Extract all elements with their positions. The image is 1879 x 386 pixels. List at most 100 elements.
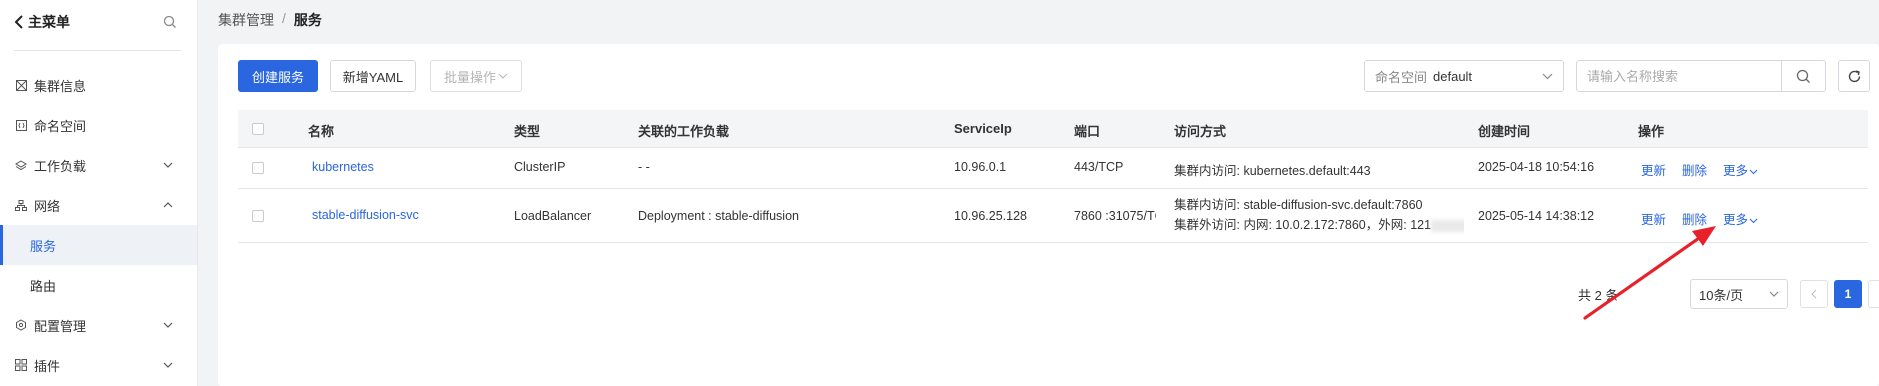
plugin-icon [14, 358, 28, 372]
sidebar-item-plugin[interactable]: 插件 [0, 345, 197, 385]
sidebar-menu: 集群信息 命名空间 工作负载 网络 服务 路由 配置管理 插件 [0, 65, 197, 385]
breadcrumb-parent[interactable]: 集群管理 [218, 10, 274, 30]
batch-ops-label: 批量操作 [443, 69, 496, 85]
back-to-main-menu[interactable]: 主菜单 [14, 12, 70, 32]
service-created: 2025-05-14 14:38:12 [1478, 209, 1595, 223]
add-yaml-button[interactable]: 新增YAML [330, 60, 416, 92]
sidebar-item-label: 集群信息 [34, 78, 87, 94]
service-name-link[interactable]: kubernetes [312, 160, 374, 174]
more-dropdown[interactable]: 更多 [1723, 160, 1758, 179]
pagination-total: 共 2 条 [1578, 287, 1619, 303]
more-label: 更多 [1723, 164, 1749, 178]
chevron-down-icon [1749, 169, 1758, 175]
search-icon[interactable] [163, 15, 177, 29]
prev-page-button[interactable] [1800, 280, 1828, 308]
page-button[interactable]: 1 [1834, 280, 1862, 308]
breadcrumb-separator: / [282, 10, 286, 26]
service-access: 集群内访问: stable-diffusion-svc.default:7860… [1174, 195, 1464, 235]
page-size-select[interactable]: 10条/页 [1690, 279, 1788, 309]
sidebar-item-cluster-info[interactable]: 集群信息 [0, 65, 197, 105]
update-link[interactable]: 更新 [1641, 160, 1666, 179]
breadcrumb-current: 服务 [293, 12, 322, 28]
sidebar-item-config[interactable]: 配置管理 [0, 305, 197, 345]
sidebar-item-label: 配置管理 [34, 318, 87, 334]
search-button[interactable] [1781, 61, 1825, 91]
table-header: 名称 类型 关联的工作负载 ServiceIp 端口 访问方式 创建时间 操作 [238, 110, 1868, 148]
select-all-checkbox[interactable] [252, 123, 264, 135]
service-port: 7860 :31075/TC [1074, 209, 1156, 223]
cluster-icon [14, 78, 28, 92]
sidebar-item-label: 工作负载 [34, 158, 87, 174]
delete-link[interactable]: 删除 [1682, 160, 1707, 179]
sidebar-item-route[interactable]: 路由 [0, 265, 197, 305]
table-row: kubernetes ClusterIP - - 10.96.0.1 443/T… [238, 148, 1868, 189]
sidebar-item-workload[interactable]: 工作负载 [0, 145, 197, 185]
service-port: 443/TCP [1074, 160, 1124, 174]
service-created: 2025-04-18 10:54:16 [1478, 160, 1595, 174]
access-external: 集群外访问: 内网: 10.0.2.172:7860，外网: 1217. [1174, 215, 1464, 235]
sidebar-item-label: 网络 [34, 198, 61, 214]
row-actions: 更新 删除 更多 [1641, 160, 1758, 179]
row-actions: 更新 删除 更多 [1641, 209, 1758, 228]
header-port: 端口 [1074, 124, 1101, 139]
search-box [1576, 60, 1826, 92]
config-icon [14, 318, 28, 332]
batch-ops-button[interactable]: 批量操作 [430, 60, 522, 92]
create-service-button[interactable]: 创建服务 [238, 60, 318, 92]
sidebar-item-service[interactable]: 服务 [0, 225, 197, 265]
access-internal: 集群内访问: stable-diffusion-svc.default:7860 [1174, 198, 1423, 212]
chevron-down-icon [1542, 73, 1553, 79]
sidebar-divider [14, 50, 181, 51]
sidebar-item-namespace[interactable]: 命名空间 [0, 105, 197, 145]
chevron-down-icon [163, 322, 173, 328]
sidebar-item-network[interactable]: 网络 [0, 185, 197, 225]
service-access: 集群内访问: kubernetes.default:443 [1174, 164, 1371, 178]
redacted-region [1431, 219, 1464, 232]
sidebar-item-label: 命名空间 [34, 118, 87, 134]
namespace-select[interactable]: 命名空间 default [1364, 60, 1564, 92]
refresh-button[interactable] [1838, 60, 1870, 92]
network-icon [14, 198, 28, 212]
service-workload: - - [638, 160, 650, 174]
chevron-down-icon [498, 73, 508, 79]
row-checkbox[interactable] [252, 210, 264, 222]
service-ip: 10.96.0.1 [954, 160, 1007, 174]
header-name: 名称 [308, 124, 335, 139]
sidebar-item-label: 路由 [30, 278, 57, 294]
header-created: 创建时间 [1478, 124, 1531, 139]
workload-icon [14, 158, 28, 172]
pagination: 共 2 条 10条/页 1 [1578, 278, 1879, 310]
header-access: 访问方式 [1174, 124, 1227, 139]
header-type: 类型 [514, 124, 541, 139]
sidebar: 主菜单 集群信息 命名空间 工作负载 网络 服务 路由 配置管理 插件 [0, 0, 198, 386]
header-ops: 操作 [1638, 124, 1665, 139]
chevron-left-icon [14, 15, 23, 29]
delete-link[interactable]: 删除 [1682, 209, 1707, 228]
chevron-down-icon [1749, 218, 1758, 224]
breadcrumb: 集群管理 / 服务 [218, 10, 322, 30]
table-row: stable-diffusion-svc LoadBalancer Deploy… [238, 189, 1868, 243]
chevron-down-icon [163, 362, 173, 368]
chevron-down-icon [1769, 291, 1779, 297]
service-type: ClusterIP [514, 160, 566, 174]
chevron-down-icon [163, 162, 173, 168]
refresh-icon [1848, 69, 1860, 82]
sidebar-item-label: 服务 [30, 238, 57, 254]
row-checkbox[interactable] [252, 162, 264, 174]
more-label: 更多 [1723, 213, 1749, 227]
header-service-ip: ServiceIp [954, 121, 1012, 136]
namespace-label: 命名空间 [1375, 69, 1428, 85]
access-external-text: 集群外访问: 内网: 10.0.2.172:7860，外网: 121 [1174, 218, 1432, 232]
service-type: LoadBalancer [514, 209, 592, 223]
update-link[interactable]: 更新 [1641, 209, 1666, 228]
search-input[interactable] [1577, 68, 1781, 84]
namespace-value: default [1433, 68, 1473, 84]
service-name-link[interactable]: stable-diffusion-svc [312, 208, 419, 222]
chevron-left-icon [1811, 289, 1817, 299]
header-workload: 关联的工作负载 [638, 124, 730, 139]
sidebar-item-label: 插件 [34, 358, 61, 374]
service-ip: 10.96.25.128 [954, 209, 1027, 223]
main-panel: 创建服务 新增YAML 批量操作 命名空间 default 名称 类型 关联的工… [218, 44, 1879, 386]
next-page-button[interactable] [1868, 280, 1879, 308]
more-dropdown[interactable]: 更多 [1723, 209, 1758, 228]
